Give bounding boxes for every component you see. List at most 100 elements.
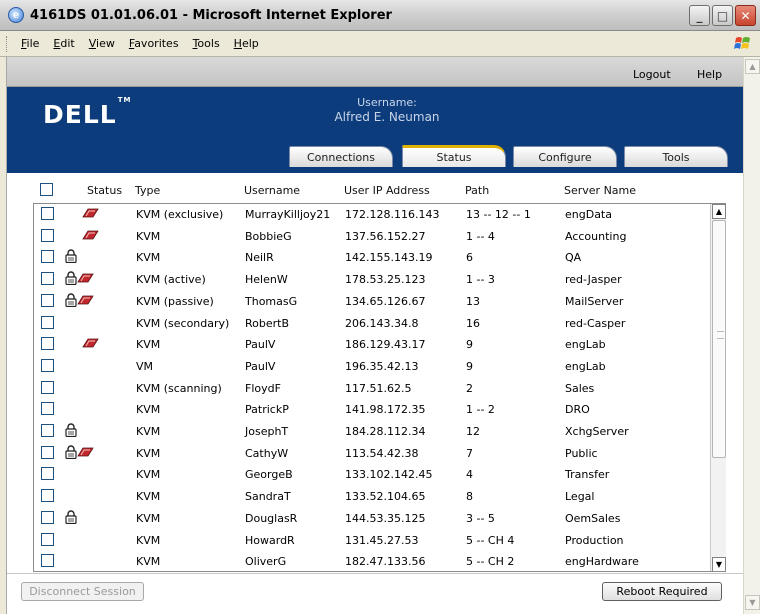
menu-file[interactable]: File <box>14 37 46 50</box>
cell-type: KVM <box>136 555 161 569</box>
cell-type: KVM (active) <box>136 273 206 287</box>
cell-username: OliverG <box>245 555 287 569</box>
disconnect-session-button[interactable]: Disconnect Session <box>21 582 144 601</box>
menu-edit[interactable]: Edit <box>46 37 81 50</box>
cell-ip: 144.53.35.125 <box>345 511 426 525</box>
menu-help[interactable]: Help <box>227 37 266 50</box>
cell-username: JosephT <box>245 425 289 438</box>
tab-tools[interactable]: Tools <box>624 146 728 167</box>
cell-path: 9 <box>466 359 473 373</box>
cell-path: 6 <box>466 251 473 265</box>
cell-type: KVM <box>136 468 161 482</box>
cell-path: 8 <box>466 490 473 504</box>
table-row[interactable]: KVM (passive) ThomasG 134.65.126.67 13 MailS… <box>34 291 711 313</box>
toolbar-grip <box>6 35 8 52</box>
row-checkbox[interactable] <box>41 467 54 481</box>
cell-server: DRO <box>565 403 590 417</box>
row-checkbox[interactable] <box>41 250 54 264</box>
menu-favorites[interactable]: Favorites <box>122 37 186 50</box>
scroll-down-button[interactable]: ▼ <box>712 557 726 571</box>
table-row[interactable]: KVM (secondary) RobertB 206.143.34.8 16 red-… <box>34 313 711 335</box>
username-value: Alfred E. Neuman <box>334 110 440 124</box>
table-row[interactable]: KVM (exclusive) MurrayKilljoy21 172.128.11… <box>34 204 711 226</box>
help-link[interactable]: Help <box>697 68 722 81</box>
table-row[interactable]: KVM OliverG 182.47.133.56 5 -- CH 2 engHardw… <box>34 551 711 571</box>
browser-scroll-down-button[interactable]: ▼ <box>745 595 760 610</box>
close-button[interactable]: ✕ <box>735 5 756 26</box>
browser-scroll-up-button[interactable]: ▲ <box>745 59 760 74</box>
row-checkbox[interactable] <box>41 337 54 351</box>
logout-link[interactable]: Logout <box>633 68 671 81</box>
menu-tools[interactable]: Tools <box>186 37 227 50</box>
maximize-button[interactable]: □ <box>712 5 733 26</box>
cell-server: engData <box>565 208 612 221</box>
header-username: Username <box>244 184 301 197</box>
row-checkbox[interactable] <box>41 293 54 307</box>
table-row[interactable]: KVM GeorgeB 133.102.142.45 4 Transfer <box>34 464 711 486</box>
cell-server: XchgServer <box>565 425 629 438</box>
cell-server: Accounting <box>565 229 627 243</box>
table-row[interactable]: KVM BobbieG 137.56.152.27 1 -- 4 Accounting <box>34 226 711 248</box>
browser-scrollbar[interactable]: ▲ ▼ <box>743 57 760 614</box>
cell-type: KVM <box>136 338 161 352</box>
header-path: Path <box>465 184 490 197</box>
table-row[interactable]: KVM PatrickP 141.98.172.35 1 -- 2 DRO <box>34 399 711 421</box>
session-table: Status Type Username User IP Address Pat… <box>7 173 743 573</box>
web-page: Logout Help DELLTM Username: Alfred E. N… <box>6 57 743 614</box>
row-checkbox[interactable] <box>41 272 54 286</box>
row-checkbox[interactable] <box>41 554 54 568</box>
menu-view[interactable]: View <box>82 37 122 50</box>
cell-type: KVM (passive) <box>136 294 214 308</box>
scroll-up-button[interactable]: ▲ <box>712 204 726 219</box>
table-row[interactable]: KVM SandraT 133.52.104.65 8 Legal <box>34 486 711 508</box>
cell-server: OemSales <box>565 511 621 525</box>
cell-type: VM <box>136 359 154 373</box>
row-checkbox[interactable] <box>41 228 54 242</box>
cell-server: Transfer <box>565 468 610 482</box>
row-checkbox[interactable] <box>41 424 54 437</box>
row-checkbox[interactable] <box>41 207 54 220</box>
table-row[interactable]: KVM DouglasR 144.53.35.125 3 -- 5 OemSales <box>34 508 711 530</box>
table-row[interactable]: KVM PaulV 186.129.43.17 9 engLab <box>34 334 711 356</box>
table-row[interactable]: KVM (active) HelenW 178.53.25.123 1 -- 3 red… <box>34 269 711 291</box>
row-checkbox[interactable] <box>41 380 54 394</box>
tab-status[interactable]: Status <box>402 145 506 167</box>
row-checkbox[interactable] <box>41 532 54 546</box>
reboot-required-button[interactable]: Reboot Required <box>602 582 722 601</box>
cell-username: HowardR <box>245 533 295 547</box>
table-row[interactable]: KVM CathyW 113.54.42.38 7 Public <box>34 443 711 465</box>
cell-server: Public <box>565 446 598 460</box>
logo-trademark: TM <box>117 95 132 104</box>
table-row[interactable]: KVM JosephT 184.28.112.34 12 XchgServer <box>34 421 711 443</box>
row-checkbox[interactable] <box>41 445 54 459</box>
cell-username: HelenW <box>245 273 288 287</box>
row-checkbox[interactable] <box>41 510 54 524</box>
row-checkbox[interactable] <box>41 402 54 416</box>
table-body[interactable]: KVM (exclusive) MurrayKilljoy21 172.128.11… <box>33 203 726 572</box>
table-row[interactable]: KVM HowardR 131.45.27.53 5 -- CH 4 Productio… <box>34 530 711 552</box>
cell-path: 1 -- 2 <box>466 403 495 417</box>
cell-ip: 206.143.34.8 <box>345 316 419 330</box>
cell-ip: 137.56.152.27 <box>345 229 426 243</box>
scroll-thumb[interactable] <box>712 220 726 458</box>
cell-ip: 133.102.142.45 <box>345 468 433 482</box>
tab-connections[interactable]: Connections <box>289 146 393 167</box>
tab-configure[interactable]: Configure <box>513 146 617 167</box>
cell-ip: 134.65.126.67 <box>345 294 426 308</box>
select-all-checkbox[interactable] <box>40 183 53 196</box>
table-row[interactable]: VM PaulV 196.35.42.13 9 engLab <box>34 356 711 378</box>
row-checkbox[interactable] <box>41 358 54 372</box>
exclusive-key-icon <box>81 336 99 353</box>
top-nav-bar: Logout Help <box>7 57 743 87</box>
row-checkbox[interactable] <box>41 489 54 503</box>
table-row[interactable]: KVM NeilR 142.155.143.19 6 QA <box>34 247 711 269</box>
table-scrollbar[interactable]: ▲ ▼ <box>710 204 726 571</box>
cell-server: red-Casper <box>565 316 626 330</box>
cell-type: KVM <box>136 511 161 525</box>
cell-ip: 196.35.42.13 <box>345 359 419 373</box>
cell-ip: 141.98.172.35 <box>345 403 426 417</box>
table-row[interactable]: KVM (scanning) FloydF 117.51.62.5 2 Sales <box>34 378 711 400</box>
minimize-button[interactable]: _ <box>689 5 710 26</box>
row-checkbox[interactable] <box>41 315 54 329</box>
cell-ip: 172.128.116.143 <box>345 208 440 221</box>
